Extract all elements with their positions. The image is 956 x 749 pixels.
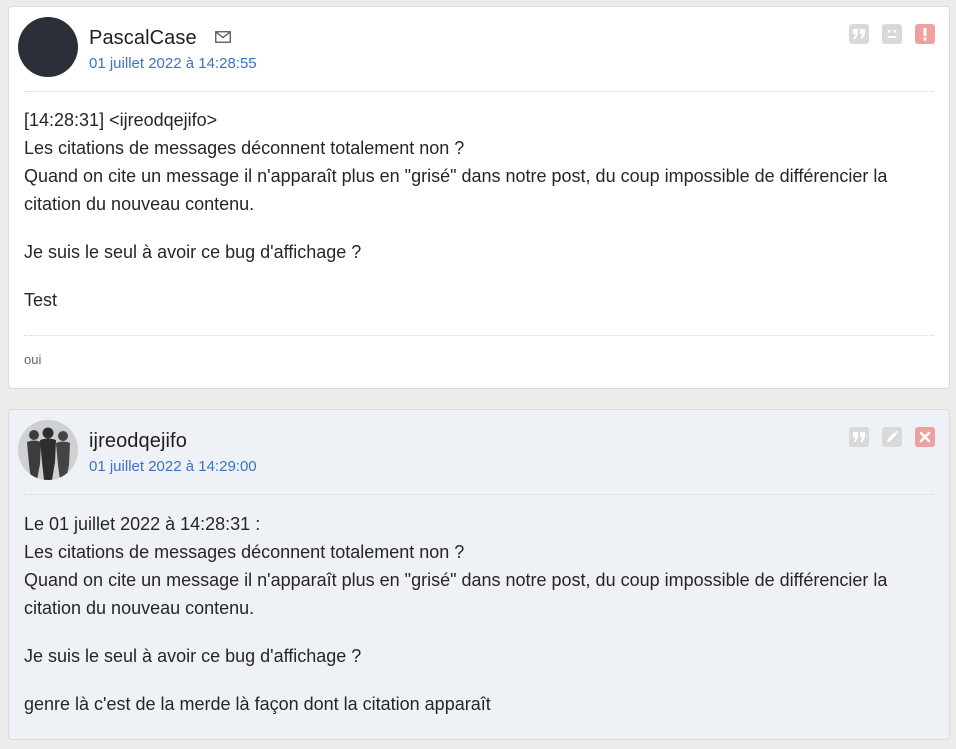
post-paragraph: Test <box>24 286 929 314</box>
report-icon[interactable] <box>915 24 935 44</box>
sad-face-icon[interactable] <box>882 24 902 44</box>
delete-icon[interactable] <box>915 427 935 447</box>
post-date[interactable]: 01 juillet 2022 à 14:29:00 <box>89 458 257 475</box>
post-line: citation du nouveau contenu. <box>24 194 255 214</box>
post-paragraph: Je suis le seul à avoir ce bug d'afficha… <box>24 238 929 266</box>
divider <box>24 91 934 92</box>
post-line: [14:28:31] <ijreodqejifo> <box>24 110 218 130</box>
mail-icon[interactable] <box>215 31 231 43</box>
post-line: Quand on cite un message il n'apparaît p… <box>24 166 888 186</box>
post-line: Je suis le seul à avoir ce bug d'afficha… <box>24 646 362 666</box>
post-paragraph: genre là c'est de la merde là façon dont… <box>24 690 929 718</box>
post-line: Test <box>24 290 58 310</box>
post-line: Le 01 juillet 2022 à 14:28:31 : <box>24 514 261 534</box>
quote-icon[interactable] <box>849 427 869 447</box>
post-signature: oui <box>24 352 42 367</box>
quote-icon[interactable] <box>849 24 869 44</box>
post-line: genre là c'est de la merde là façon dont… <box>24 694 491 714</box>
post-line: Les citations de messages déconnent tota… <box>24 542 465 562</box>
forum-post: ijreodqejifo 01 juillet 2022 à 14:29:00 … <box>8 409 950 740</box>
post-paragraph: Je suis le seul à avoir ce bug d'afficha… <box>24 642 929 670</box>
avatar[interactable] <box>18 17 78 77</box>
post-paragraph: [14:28:31] <ijreodqejifo> Les citations … <box>24 106 929 218</box>
post-actions <box>849 24 935 44</box>
post-paragraph: Le 01 juillet 2022 à 14:28:31 : Les cita… <box>24 510 929 622</box>
forum-post: PascalCase 01 juillet 2022 à 14:28:55 [1… <box>8 6 950 389</box>
post-body: Le 01 juillet 2022 à 14:28:31 : Les cita… <box>24 510 929 738</box>
post-line: citation du nouveau contenu. <box>24 598 255 618</box>
edit-icon[interactable] <box>882 427 902 447</box>
post-line: Quand on cite un message il n'apparaît p… <box>24 570 888 590</box>
post-actions <box>849 427 935 447</box>
post-date[interactable]: 01 juillet 2022 à 14:28:55 <box>89 55 257 72</box>
avatar[interactable] <box>18 420 78 480</box>
divider <box>24 494 934 495</box>
post-line: Je suis le seul à avoir ce bug d'afficha… <box>24 242 362 262</box>
post-username[interactable]: PascalCase <box>89 27 197 50</box>
post-username[interactable]: ijreodqejifo <box>89 430 187 453</box>
post-line: Les citations de messages déconnent tota… <box>24 138 465 158</box>
signature-divider <box>24 335 934 336</box>
post-body: [14:28:31] <ijreodqejifo> Les citations … <box>24 106 929 334</box>
